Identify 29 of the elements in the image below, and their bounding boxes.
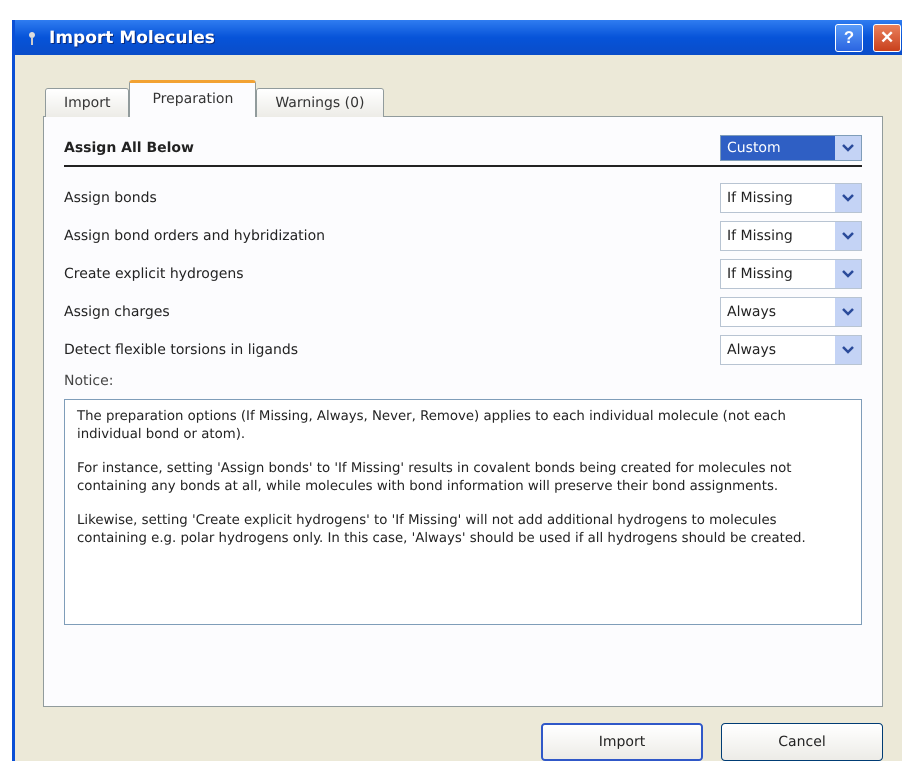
dropdown[interactable]: If Missing [720, 221, 862, 251]
close-button[interactable]: ✕ [873, 24, 901, 52]
option-label: Assign bonds [64, 190, 157, 206]
tab[interactable]: Import [45, 88, 130, 117]
option-label: Assign All Below [64, 140, 194, 156]
chevron-down-icon [835, 136, 861, 160]
tab[interactable]: Warnings (0) [256, 88, 384, 117]
chevron-down-icon [835, 298, 861, 326]
tab[interactable]: Preparation [129, 80, 256, 117]
notice-paragraph: Likewise, setting 'Create explicit hydrogens' to 'If Missing' will not add additional hydrogens to molecules containing e.g. polar hydrogens only. In this case, 'Always' should be used if all hydrogens should be created. [77, 512, 807, 548]
cancel-button[interactable]: Cancel [721, 723, 883, 761]
dropdown[interactable]: Always [720, 297, 862, 327]
import-button[interactable]: Import [541, 723, 703, 761]
notice-paragraph: For instance, setting 'Assign bonds' to 'If Missing' results in covalent bonds being created for molecules not containing any bonds at all, while molecules with bond information will preserve their bond assignments. [77, 460, 793, 496]
dropdown[interactable]: If Missing [720, 183, 862, 213]
option-label: Detect flexible torsions in ligands [64, 342, 298, 358]
window-title: Import Molecules [49, 28, 216, 48]
dropdown[interactable]: Custom [720, 135, 862, 161]
dropdown[interactable]: If Missing [720, 259, 862, 289]
chevron-down-icon [835, 260, 861, 288]
notice-paragraph: The preparation options (If Missing, Always, Never, Remove) applies to each individual molecule (not each individual bond or atom). [77, 408, 787, 444]
chevron-down-icon [835, 336, 861, 364]
notice-label: Notice: [64, 373, 114, 389]
option-label: Create explicit hydrogens [64, 266, 244, 282]
chevron-down-icon [835, 222, 861, 250]
dropdown[interactable]: Always [720, 335, 862, 365]
option-label: Assign bond orders and hybridization [64, 228, 326, 244]
chevron-down-icon [835, 184, 861, 212]
option-label: Assign charges [64, 304, 170, 320]
